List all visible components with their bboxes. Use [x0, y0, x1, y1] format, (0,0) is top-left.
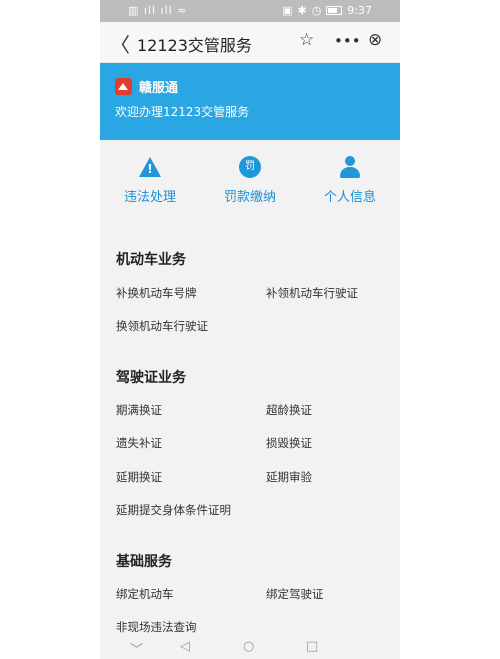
quick-action-label: 罚款缴纳	[223, 190, 276, 205]
service-item[interactable]: 补领机动车行驶证	[266, 285, 358, 301]
chevron-down-icon[interactable]: ﹀	[130, 639, 143, 658]
more-icon[interactable]: •••	[334, 32, 361, 50]
status-bar: ▥ ıll ıll ≈ ▣ ✱ ◷ 9:37	[100, 0, 400, 22]
quick-action-violation[interactable]: ! 违法处理	[100, 140, 200, 230]
page-title: 12123交管服务	[137, 36, 252, 55]
section-title-license: 驾驶证业务	[116, 370, 186, 386]
section-title-basic: 基础服务	[116, 554, 172, 570]
service-item[interactable]: 绑定机动车	[116, 586, 174, 602]
system-nav-bar: ﹀ ◁ ○ □	[100, 637, 400, 659]
service-item[interactable]: 非现场违法查询	[116, 619, 197, 635]
bluetooth-icon: ✱	[297, 4, 307, 17]
quick-action-profile[interactable]: 个人信息	[300, 140, 400, 230]
title-bar: 〈 12123交管服务 ☆ ••• ⊗	[100, 22, 400, 63]
alarm-icon: ◷	[311, 4, 322, 17]
service-item[interactable]: 期满换证	[116, 402, 162, 418]
nav-back-icon[interactable]: ◁	[180, 639, 190, 654]
status-icons: ▣ ✱ ◷ 9:37	[282, 4, 372, 17]
quick-actions: ! 违法处理 罚 罚款缴纳 个人信息	[100, 140, 400, 230]
quick-action-label: 违法处理	[123, 190, 176, 205]
service-item[interactable]: 换领机动车行驶证	[116, 318, 208, 334]
service-item[interactable]: 遗失补证	[116, 435, 162, 451]
section-title-vehicle: 机动车业务	[116, 252, 186, 268]
service-item[interactable]: 损毁换证	[266, 435, 312, 451]
warning-icon: !	[139, 156, 161, 178]
phone-screen: ▥ ıll ıll ≈ ▣ ✱ ◷ 9:37 〈 12123交管服务 ☆ •••…	[100, 0, 400, 659]
user-icon	[339, 156, 361, 178]
service-item[interactable]: 绑定驾驶证	[266, 586, 324, 602]
service-banner: 赣服通 欢迎办理12123交管服务	[100, 63, 400, 140]
service-item[interactable]: 超龄换证	[266, 402, 312, 418]
brand-name: 赣服通	[139, 81, 179, 96]
quick-action-fine[interactable]: 罚 罚款缴纳	[200, 140, 300, 230]
brand: 赣服通	[115, 77, 178, 96]
signal-indicators: ▥ ıll ıll ≈	[128, 4, 188, 17]
quick-action-label: 个人信息	[323, 190, 376, 205]
brand-logo	[115, 78, 132, 95]
close-icon[interactable]: ⊗	[368, 30, 382, 50]
fine-icon: 罚	[239, 156, 261, 178]
nfc-icon: ▣	[282, 4, 293, 17]
back-icon[interactable]: 〈	[110, 29, 130, 58]
battery-icon	[326, 6, 343, 15]
star-icon[interactable]: ☆	[299, 30, 314, 50]
welcome-text: 欢迎办理12123交管服务	[115, 105, 250, 119]
home-icon[interactable]: ○	[243, 639, 254, 654]
recent-apps-icon[interactable]: □	[306, 639, 318, 654]
status-time: 9:37	[347, 4, 372, 17]
service-item[interactable]: 补换机动车号牌	[116, 285, 197, 301]
service-item[interactable]: 延期换证	[116, 469, 162, 485]
service-item[interactable]: 延期审验	[266, 469, 312, 485]
service-item[interactable]: 延期提交身体条件证明	[116, 502, 231, 518]
